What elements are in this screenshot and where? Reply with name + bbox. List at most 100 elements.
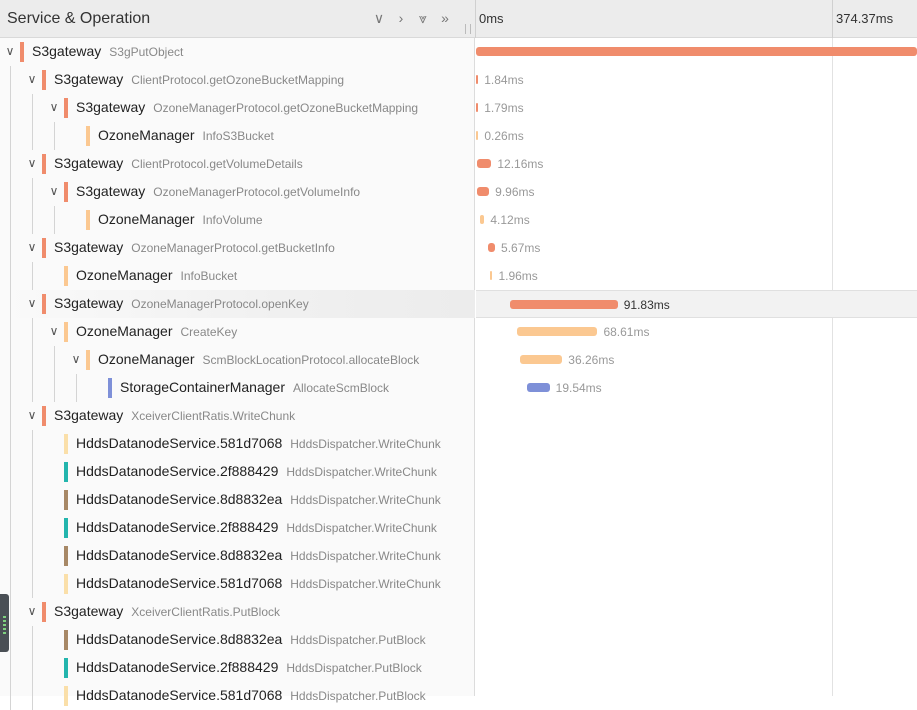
chevron-down-icon[interactable]: ∨ — [26, 296, 38, 310]
span-name-cell[interactable]: HddsDatanodeService.8d8832ea HddsDispatch… — [0, 486, 475, 514]
collapse-all-icon[interactable]: ⩔ — [416, 9, 430, 27]
chevron-down-icon[interactable]: ∨ — [26, 604, 38, 618]
span-name-cell[interactable]: HddsDatanodeService.581d7068 HddsDispatch… — [0, 682, 475, 710]
span-duration-bar[interactable] — [476, 75, 479, 84]
span-timeline-cell[interactable]: 68.61ms — [476, 318, 917, 346]
span-timeline-cell[interactable]: 91.83ms — [476, 290, 917, 318]
span-duration-bar[interactable] — [490, 271, 493, 280]
span-name-cell[interactable]: HddsDatanodeService.2f888429 HddsDispatch… — [0, 514, 475, 542]
span-timeline-cell[interactable]: 19.54ms — [476, 374, 917, 402]
span-row[interactable]: ∨ S3gateway ClientProtocol.getOzoneBucketM… — [0, 66, 917, 94]
span-name-cell[interactable]: ∨ S3gateway S3gPutObject — [0, 38, 475, 66]
span-name-cell[interactable]: HddsDatanodeService.581d7068 HddsDispatch… — [0, 570, 475, 598]
span-name-cell[interactable]: ∨ S3gateway ClientProtocol.getOzoneBucketM… — [0, 66, 475, 94]
chevron-down-icon[interactable]: ∨ — [26, 408, 38, 422]
span-row[interactable]: HddsDatanodeService.2f888429 HddsDispatch… — [0, 654, 917, 682]
span-name-cell[interactable]: ∨ S3gateway XceiverClientRatis.PutBlock — [0, 598, 475, 626]
minimap-handle[interactable] — [0, 594, 9, 652]
span-timeline-cell[interactable] — [476, 486, 917, 514]
span-timeline-cell[interactable]: 1.79ms — [476, 94, 917, 122]
span-timeline-cell[interactable]: 5.67ms — [476, 234, 917, 262]
span-timeline-cell[interactable]: 0.26ms — [476, 122, 917, 150]
span-name-cell[interactable]: ∨ S3gateway OzoneManagerProtocol.getVolume… — [0, 178, 475, 206]
span-row[interactable]: HddsDatanodeService.581d7068 HddsDispatch… — [0, 430, 917, 458]
chevron-down-icon[interactable]: ∨ — [70, 352, 82, 366]
span-name-cell[interactable]: ∨ S3gateway OzoneManagerProtocol.getOzoneB… — [0, 94, 475, 122]
span-timeline-cell[interactable]: 36.26ms — [476, 346, 917, 374]
span-duration-bar[interactable] — [476, 131, 479, 140]
span-duration-bar[interactable] — [488, 243, 496, 252]
span-row[interactable]: ∨ S3gateway XceiverClientRatis.WriteChunk — [0, 402, 917, 430]
span-row[interactable]: HddsDatanodeService.2f888429 HddsDispatch… — [0, 514, 917, 542]
span-row[interactable]: HddsDatanodeService.581d7068 HddsDispatch… — [0, 570, 917, 598]
span-row[interactable]: HddsDatanodeService.2f888429 HddsDispatch… — [0, 458, 917, 486]
span-timeline-cell[interactable] — [476, 654, 917, 682]
span-timeline-cell[interactable]: 1.84ms — [476, 66, 917, 94]
span-name-cell[interactable]: ∨ OzoneManager CreateKey — [0, 318, 475, 346]
column-resize-handle[interactable] — [465, 24, 471, 34]
span-timeline-cell[interactable] — [476, 682, 917, 710]
chevron-down-icon[interactable]: ∨ — [48, 100, 60, 114]
span-row[interactable]: ∨ S3gateway ClientProtocol.getVolumeDetail… — [0, 150, 917, 178]
span-name-cell[interactable]: HddsDatanodeService.8d8832ea HddsDispatch… — [0, 626, 475, 654]
span-duration-bar[interactable] — [476, 103, 479, 112]
expand-all-icon[interactable]: » — [438, 9, 452, 27]
chevron-down-icon[interactable]: ∨ — [48, 184, 60, 198]
span-name-cell[interactable]: OzoneManager InfoVolume — [0, 206, 475, 234]
span-name-cell[interactable]: ∨ S3gateway OzoneManagerProtocol.openKey — [0, 290, 475, 318]
span-duration-bar[interactable] — [477, 159, 492, 168]
span-name-cell[interactable]: ∨ OzoneManager ScmBlockLocationProtocol.al… — [0, 346, 475, 374]
span-timeline-cell[interactable] — [476, 402, 917, 430]
chevron-down-icon[interactable]: ∨ — [26, 72, 38, 86]
span-row[interactable]: ∨ S3gateway OzoneManagerProtocol.getBucket… — [0, 234, 917, 262]
span-row[interactable]: HddsDatanodeService.581d7068 HddsDispatch… — [0, 682, 917, 710]
span-duration-bar[interactable] — [526, 383, 550, 392]
span-row[interactable]: OzoneManager InfoS3Bucket 0.26ms — [0, 122, 917, 150]
span-row[interactable]: HddsDatanodeService.8d8832ea HddsDispatch… — [0, 626, 917, 654]
span-duration-bar[interactable] — [516, 327, 598, 336]
span-duration-bar[interactable] — [476, 47, 917, 56]
span-timeline-cell[interactable] — [476, 626, 917, 654]
chevron-down-icon[interactable]: ∨ — [26, 156, 38, 170]
span-name-cell[interactable]: StorageContainerManager AllocateScmBlock — [0, 374, 475, 402]
span-row[interactable]: OzoneManager InfoBucket 1.96ms — [0, 262, 917, 290]
span-timeline-cell[interactable] — [476, 458, 917, 486]
span-row[interactable]: ∨ OzoneManager CreateKey 68.61ms — [0, 318, 917, 346]
span-timeline-cell[interactable] — [476, 38, 917, 66]
span-name-cell[interactable]: HddsDatanodeService.2f888429 HddsDispatch… — [0, 458, 475, 486]
span-name-cell[interactable]: HddsDatanodeService.2f888429 HddsDispatch… — [0, 654, 475, 682]
span-name-cell[interactable]: OzoneManager InfoS3Bucket — [0, 122, 475, 150]
span-timeline-cell[interactable] — [476, 542, 917, 570]
span-row[interactable]: StorageContainerManager AllocateScmBlock 1… — [0, 374, 917, 402]
span-timeline-cell[interactable] — [476, 570, 917, 598]
chevron-down-icon[interactable]: ∨ — [26, 240, 38, 254]
span-name-cell[interactable]: HddsDatanodeService.581d7068 HddsDispatch… — [0, 430, 475, 458]
span-row[interactable]: ∨ S3gateway OzoneManagerProtocol.getOzoneB… — [0, 94, 917, 122]
span-timeline-cell[interactable] — [476, 598, 917, 626]
span-row[interactable]: OzoneManager InfoVolume 4.12ms — [0, 206, 917, 234]
span-duration-bar[interactable] — [479, 215, 485, 224]
span-duration-bar[interactable] — [477, 187, 490, 196]
span-row[interactable]: ∨ OzoneManager ScmBlockLocationProtocol.al… — [0, 346, 917, 374]
expand-one-icon[interactable]: › — [394, 9, 408, 27]
span-timeline-cell[interactable] — [476, 430, 917, 458]
span-row[interactable]: HddsDatanodeService.8d8832ea HddsDispatch… — [0, 542, 917, 570]
span-row[interactable]: ∨ S3gateway XceiverClientRatis.PutBlock — [0, 598, 917, 626]
span-name-cell[interactable]: OzoneManager InfoBucket — [0, 262, 475, 290]
span-row[interactable]: ∨ S3gateway OzoneManagerProtocol.openKey 91… — [0, 290, 917, 318]
span-timeline-cell[interactable]: 12.16ms — [476, 150, 917, 178]
span-row[interactable]: ∨ S3gateway OzoneManagerProtocol.getVolume… — [0, 178, 917, 206]
span-duration-bar[interactable] — [509, 300, 618, 309]
span-name-cell[interactable]: ∨ S3gateway ClientProtocol.getVolumeDetail… — [0, 150, 475, 178]
chevron-down-icon[interactable]: ∨ — [48, 324, 60, 338]
chevron-down-icon[interactable]: ∨ — [4, 44, 16, 58]
span-timeline-cell[interactable] — [476, 514, 917, 542]
span-duration-bar[interactable] — [519, 355, 563, 364]
span-row[interactable]: ∨ S3gateway S3gPutObject — [0, 38, 917, 66]
span-name-cell[interactable]: ∨ S3gateway XceiverClientRatis.WriteChunk — [0, 402, 475, 430]
span-timeline-cell[interactable]: 4.12ms — [476, 206, 917, 234]
span-timeline-cell[interactable]: 9.96ms — [476, 178, 917, 206]
span-name-cell[interactable]: ∨ S3gateway OzoneManagerProtocol.getBucket… — [0, 234, 475, 262]
span-timeline-cell[interactable]: 1.96ms — [476, 262, 917, 290]
span-name-cell[interactable]: HddsDatanodeService.8d8832ea HddsDispatch… — [0, 542, 475, 570]
